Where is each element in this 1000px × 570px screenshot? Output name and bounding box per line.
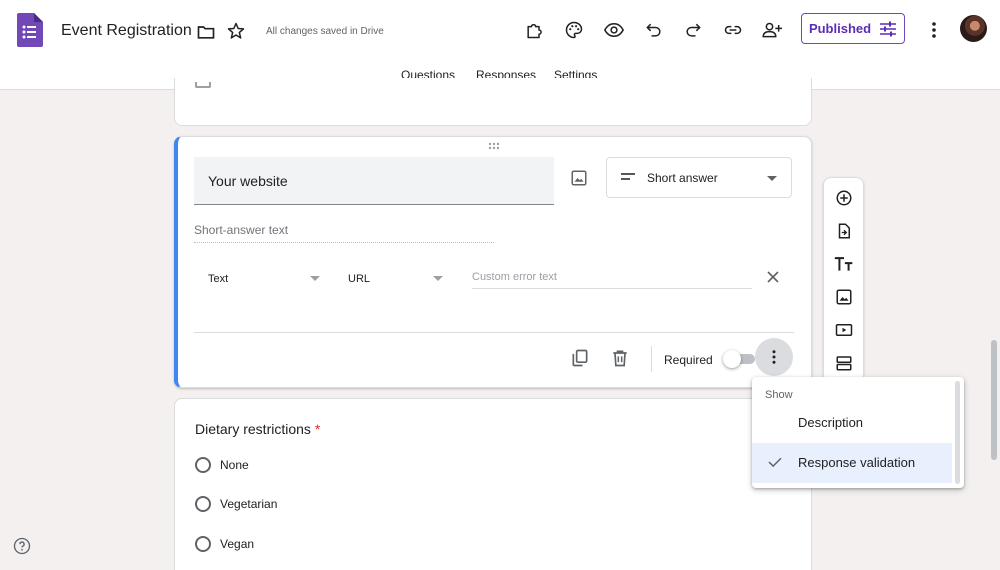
dropdown-arrow-icon [767,176,777,181]
settings-sliders-icon [880,21,897,36]
publish-button[interactable]: Published [801,13,905,44]
link-icon[interactable] [721,18,745,42]
menu-item-label: Description [798,415,864,430]
more-options-menu: Show Description Response validation [752,377,964,488]
radio-label: Vegetarian [220,497,278,511]
star-icon[interactable] [226,21,246,41]
add-image-icon[interactable] [834,287,854,307]
add-image-icon[interactable] [570,169,588,187]
help-icon[interactable] [13,537,31,555]
palette-icon[interactable] [562,18,586,42]
question-title-text: Your website [208,173,288,189]
dropdown-arrow-icon [433,276,443,281]
radio-label: Vegan [220,537,255,551]
menu-scrollbar[interactable] [955,381,960,484]
footer-separator [651,346,652,372]
folder-icon[interactable] [196,22,216,42]
google-forms-logo[interactable] [17,13,43,47]
short-answer-icon [621,173,635,180]
validation-type-select[interactable]: Text [194,265,324,293]
more-vert-icon[interactable] [922,18,946,42]
add-video-icon[interactable] [834,320,854,340]
question-card-active[interactable]: Your website Short answer Short-answer t… [174,136,812,388]
more-vert-icon [772,350,776,364]
card-divider [194,332,794,333]
add-title-icon[interactable] [834,254,854,274]
check-icon [768,457,782,468]
question-title-field[interactable]: Your website [194,157,554,205]
undo-icon[interactable] [642,18,666,42]
add-section-icon[interactable] [834,353,854,373]
account-avatar[interactable] [960,15,987,42]
menu-item-response-validation[interactable]: Response validation [752,443,952,483]
floating-toolbar [823,177,864,382]
previous-question-card [174,78,812,126]
validation-type-label: Text [208,273,229,285]
close-icon[interactable] [766,270,780,284]
app-header: Event Registration All changes saved in … [0,0,1000,90]
short-answer-placeholder: Short-answer text [194,223,494,243]
page-scrollbar[interactable] [991,340,997,460]
radio-button[interactable] [195,496,211,512]
question-type-label: Short answer [647,171,718,185]
import-questions-icon[interactable] [834,221,854,241]
redo-icon[interactable] [681,18,705,42]
publish-label: Published [808,21,872,36]
dropdown-arrow-icon [310,276,320,281]
drag-handle-icon[interactable] [488,142,504,150]
add-collaborator-icon[interactable] [760,18,784,42]
more-options-button[interactable] [755,338,793,376]
required-toggle[interactable] [723,350,755,368]
radio-option[interactable]: None [195,456,249,474]
save-status: All changes saved in Drive [266,26,384,37]
question-title-text: Dietary restrictions [195,421,311,437]
radio-option[interactable]: Vegetarian [195,495,277,513]
menu-item-label: Response validation [798,455,916,470]
add-question-icon[interactable] [834,188,854,208]
required-label: Required [664,353,713,367]
question-card-dietary[interactable]: Dietary restrictions * None Vegetarian Ve… [174,398,812,570]
addons-icon[interactable] [522,18,546,42]
radio-button[interactable] [195,457,211,473]
validation-subtype-label: URL [348,273,371,285]
required-asterisk: * [314,421,321,437]
validation-subtype-select[interactable]: URL [334,265,444,293]
radio-label: None [220,458,249,472]
duplicate-icon[interactable] [570,348,590,368]
menu-item-description[interactable]: Description [752,403,952,443]
question-type-select[interactable]: Short answer [606,157,792,198]
preview-icon[interactable] [602,18,626,42]
radio-option[interactable]: Vegan [195,535,254,553]
delete-icon[interactable] [610,348,630,368]
checkbox[interactable] [195,82,211,88]
response-validation-row: Text URL Custom error text [194,265,794,293]
toggle-knob [723,350,741,368]
custom-error-input[interactable]: Custom error text [472,265,752,289]
menu-heading: Show [765,389,793,401]
radio-button[interactable] [195,536,211,552]
document-title[interactable]: Event Registration [61,22,192,40]
question-title: Dietary restrictions * [195,421,320,437]
